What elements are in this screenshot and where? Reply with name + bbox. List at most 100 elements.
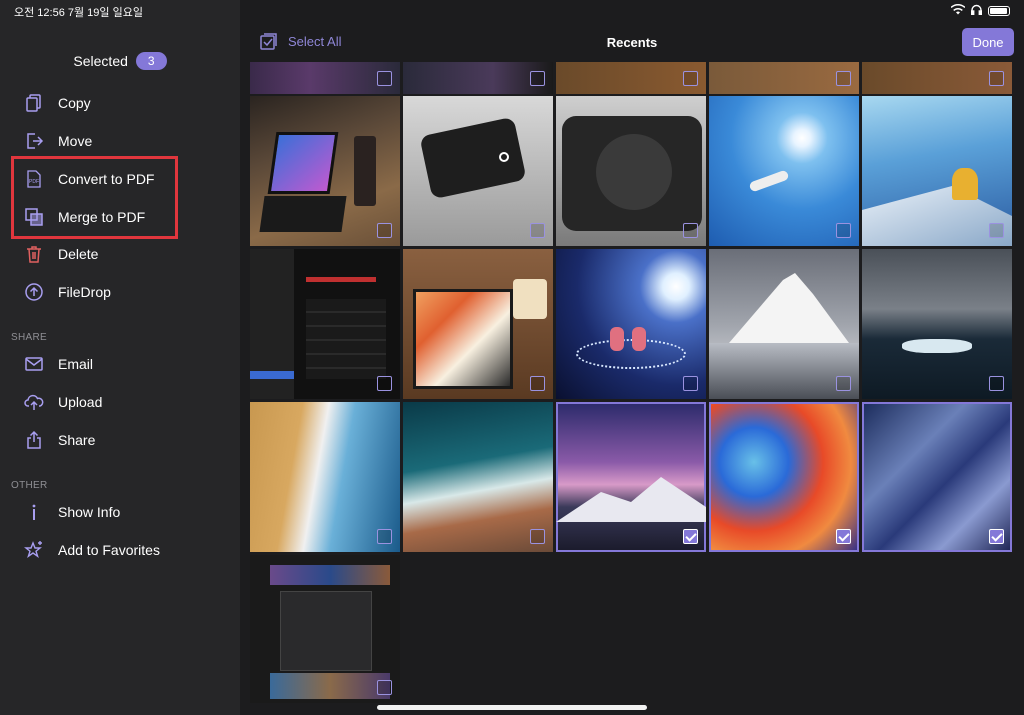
figure-shape xyxy=(748,169,790,193)
photo-thumbnail[interactable] xyxy=(403,402,553,552)
photo-thumbnail[interactable] xyxy=(403,249,553,399)
filedrop-action[interactable]: FileDrop xyxy=(24,277,111,307)
photo-thumbnail[interactable] xyxy=(403,62,553,94)
other-section-header: OTHER xyxy=(11,480,48,491)
selection-checkbox[interactable] xyxy=(377,71,392,86)
figure-shape xyxy=(632,327,646,351)
character-shape xyxy=(952,168,978,200)
charger-led xyxy=(499,152,509,162)
photo-thumbnail[interactable] xyxy=(250,555,400,703)
side-dish-shape xyxy=(513,279,547,319)
cloud-upload-icon xyxy=(24,392,44,412)
charger-shape xyxy=(419,116,527,200)
photo-thumbnail[interactable] xyxy=(709,249,859,399)
annotation-highlight-box xyxy=(11,156,178,239)
selection-checkbox[interactable] xyxy=(683,223,698,238)
move-icon xyxy=(24,131,44,151)
light-ring-shape xyxy=(576,339,686,369)
screenshot-list xyxy=(306,299,386,379)
mail-icon xyxy=(24,354,44,374)
move-action[interactable]: Move xyxy=(24,126,92,156)
photo-thumbnail[interactable] xyxy=(709,62,859,94)
trash-icon xyxy=(24,244,44,264)
photo-thumbnail[interactable] xyxy=(250,249,400,399)
screenshot-footer xyxy=(270,673,390,699)
selection-checkbox[interactable] xyxy=(530,223,545,238)
photo-thumbnail[interactable] xyxy=(709,96,859,246)
selection-checkbox[interactable] xyxy=(683,376,698,391)
upload-label: Upload xyxy=(58,394,103,410)
photo-thumbnail[interactable] xyxy=(250,96,400,246)
selection-summary: Selected 3 xyxy=(0,52,240,70)
photo-browser: Select All Recents Done xyxy=(240,0,1024,715)
mountain-shape xyxy=(729,273,849,343)
photo-thumbnail[interactable] xyxy=(556,62,706,94)
photo-thumbnail[interactable] xyxy=(250,62,400,94)
selection-checkbox-checked[interactable] xyxy=(989,529,1004,544)
status-indicators xyxy=(950,4,1010,18)
battery-icon xyxy=(988,6,1010,16)
move-label: Move xyxy=(58,133,93,149)
share-section-header: SHARE xyxy=(11,332,47,343)
upload-action[interactable]: Upload xyxy=(24,387,102,417)
selection-checkbox[interactable] xyxy=(530,529,545,544)
selected-count-badge: 3 xyxy=(135,52,167,70)
done-button[interactable]: Done xyxy=(962,28,1014,56)
selection-checkbox[interactable] xyxy=(989,376,1004,391)
selection-checkbox[interactable] xyxy=(989,71,1004,86)
photo-thumbnail[interactable] xyxy=(862,62,1012,94)
photo-thumbnail[interactable] xyxy=(862,96,1012,246)
share-icon xyxy=(24,430,44,450)
selection-checkbox[interactable] xyxy=(989,223,1004,238)
photo-thumbnail-selected[interactable] xyxy=(709,402,859,552)
page-title: Recents xyxy=(606,35,658,50)
show-info-action[interactable]: Show Info xyxy=(24,497,120,527)
mountain-shape xyxy=(556,477,706,522)
filedrop-label: FileDrop xyxy=(58,284,111,300)
selection-checkbox[interactable] xyxy=(377,223,392,238)
screenshot-header xyxy=(270,565,390,585)
copy-icon xyxy=(24,93,44,113)
sushi-tray-shape xyxy=(413,289,513,389)
selection-checkbox[interactable] xyxy=(530,376,545,391)
selection-checkbox[interactable] xyxy=(836,223,851,238)
share-action[interactable]: Share xyxy=(24,425,95,455)
selection-checkbox[interactable] xyxy=(683,71,698,86)
info-icon xyxy=(24,502,44,522)
figure-shape xyxy=(610,327,624,351)
photo-thumbnail[interactable] xyxy=(862,249,1012,399)
photo-thumbnail[interactable] xyxy=(250,402,400,552)
selection-checkbox[interactable] xyxy=(530,71,545,86)
cup-shape xyxy=(354,136,376,206)
selection-checkbox[interactable] xyxy=(377,376,392,391)
screenshot-dialog xyxy=(280,591,372,671)
photo-thumbnail-selected[interactable] xyxy=(862,402,1012,552)
copy-action[interactable]: Copy xyxy=(24,88,91,118)
delete-action[interactable]: Delete xyxy=(24,239,98,269)
selection-checkbox[interactable] xyxy=(377,680,392,695)
topbar: Select All Recents Done xyxy=(240,26,1024,62)
photo-thumbnail[interactable] xyxy=(556,249,706,399)
charging-pad-shape xyxy=(596,134,672,210)
show-info-label: Show Info xyxy=(58,504,121,520)
photo-thumbnail-selected[interactable] xyxy=(556,402,706,552)
screenshot-bar xyxy=(306,277,376,282)
add-to-favorites-label: Add to Favorites xyxy=(58,542,160,558)
add-to-favorites-action[interactable]: Add to Favorites xyxy=(24,535,160,565)
selected-label: Selected xyxy=(73,53,128,69)
photo-thumbnail[interactable] xyxy=(556,96,706,246)
selection-checkbox-checked[interactable] xyxy=(683,529,698,544)
home-indicator xyxy=(377,705,647,710)
selection-checkbox[interactable] xyxy=(836,376,851,391)
headphones-icon xyxy=(970,4,983,18)
email-action[interactable]: Email xyxy=(24,349,93,379)
star-icon xyxy=(24,540,44,560)
selection-checkbox[interactable] xyxy=(377,529,392,544)
photo-thumbnail[interactable] xyxy=(403,96,553,246)
keyboard-shape xyxy=(259,196,347,232)
sidebar: 오전 12:56 7월 19일 일요일 Selected 3 Copy Move… xyxy=(0,0,240,715)
copy-label: Copy xyxy=(58,95,91,111)
selection-checkbox[interactable] xyxy=(836,71,851,86)
selection-checkbox-checked[interactable] xyxy=(836,529,851,544)
delete-label: Delete xyxy=(58,246,99,262)
